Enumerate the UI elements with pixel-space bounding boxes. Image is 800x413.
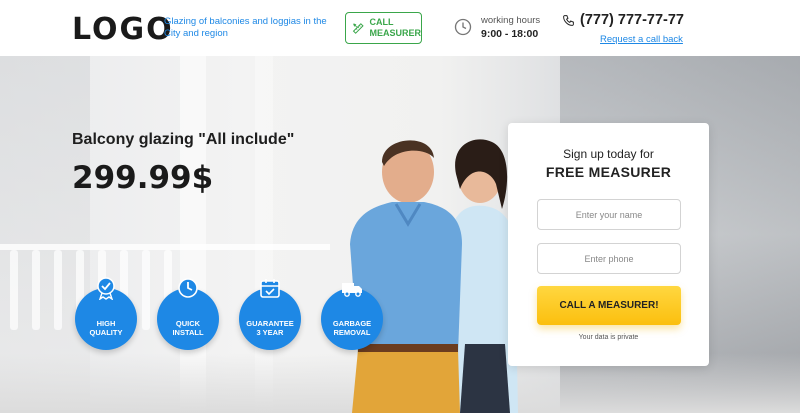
hero-section: Balcony glazing "All include" 299.99$ HI… xyxy=(0,56,800,413)
feature-label-line1: HIGH xyxy=(96,319,116,328)
baluster xyxy=(32,250,40,330)
feature-garbage-removal: GARBAGE REMOVAL xyxy=(321,283,383,350)
truck-icon xyxy=(342,283,362,297)
phone-icon xyxy=(563,15,574,26)
ruler-pencil-icon xyxy=(352,22,364,34)
feature-label-line2: 3 YEAR xyxy=(256,328,284,337)
feature-label-line1: GUARANTEE xyxy=(246,319,294,328)
privacy-note: Your data is private xyxy=(578,334,639,341)
feature-label-line2: INSTALL xyxy=(172,328,204,337)
clock-icon xyxy=(454,18,472,36)
couple-photo xyxy=(350,139,518,413)
call-button-line1: CALL xyxy=(369,17,394,27)
balcony-rail xyxy=(0,244,330,250)
feature-high-quality: HIGH QUALITY xyxy=(75,277,137,350)
features-row: HIGH QUALITY QUICK INSTALL GUARANTEE 3 Y… xyxy=(75,277,383,358)
baluster xyxy=(54,250,62,330)
feature-label-line1: QUICK xyxy=(175,319,201,328)
clock-icon xyxy=(178,278,198,298)
name-input[interactable] xyxy=(537,199,681,230)
feature-quick-install: QUICK INSTALL xyxy=(157,278,219,350)
feature-label-line1: GARBAGE xyxy=(332,319,372,328)
call-measurer-button[interactable]: CALL MEASURER xyxy=(345,12,422,44)
calendar-icon xyxy=(260,279,280,298)
site-header: LOGO Glazing of balconies and loggias in… xyxy=(0,0,800,56)
form-title: FREE MEASURER xyxy=(545,164,672,180)
call-measurer-submit-button[interactable]: CALL A MEASURER! xyxy=(537,286,681,325)
medal-icon xyxy=(97,277,115,300)
logo[interactable]: LOGO xyxy=(72,12,174,47)
offer-price: 299.99$ xyxy=(72,160,214,196)
working-hours-value: 9:00 - 18:00 xyxy=(481,28,539,40)
working-hours-label: working hours xyxy=(481,15,541,26)
call-button-line2: MEASURER xyxy=(369,28,421,38)
tagline: Glazing of balconies and loggias in the … xyxy=(164,16,327,39)
baluster xyxy=(10,250,18,330)
feature-label-line2: QUALITY xyxy=(89,328,123,337)
phone-input[interactable] xyxy=(537,243,681,274)
feature-label-line2: REMOVAL xyxy=(333,328,371,337)
signup-form: Sign up today for FREE MEASURER CALL A M… xyxy=(508,123,709,366)
feature-guarantee: GUARANTEE 3 YEAR xyxy=(239,279,301,350)
phone-number[interactable]: (777) 777-77-77 xyxy=(580,12,684,28)
form-subtitle: Sign up today for xyxy=(563,147,654,161)
offer-title: Balcony glazing "All include" xyxy=(72,131,295,148)
request-callback-link[interactable]: Request a call back xyxy=(600,34,683,45)
